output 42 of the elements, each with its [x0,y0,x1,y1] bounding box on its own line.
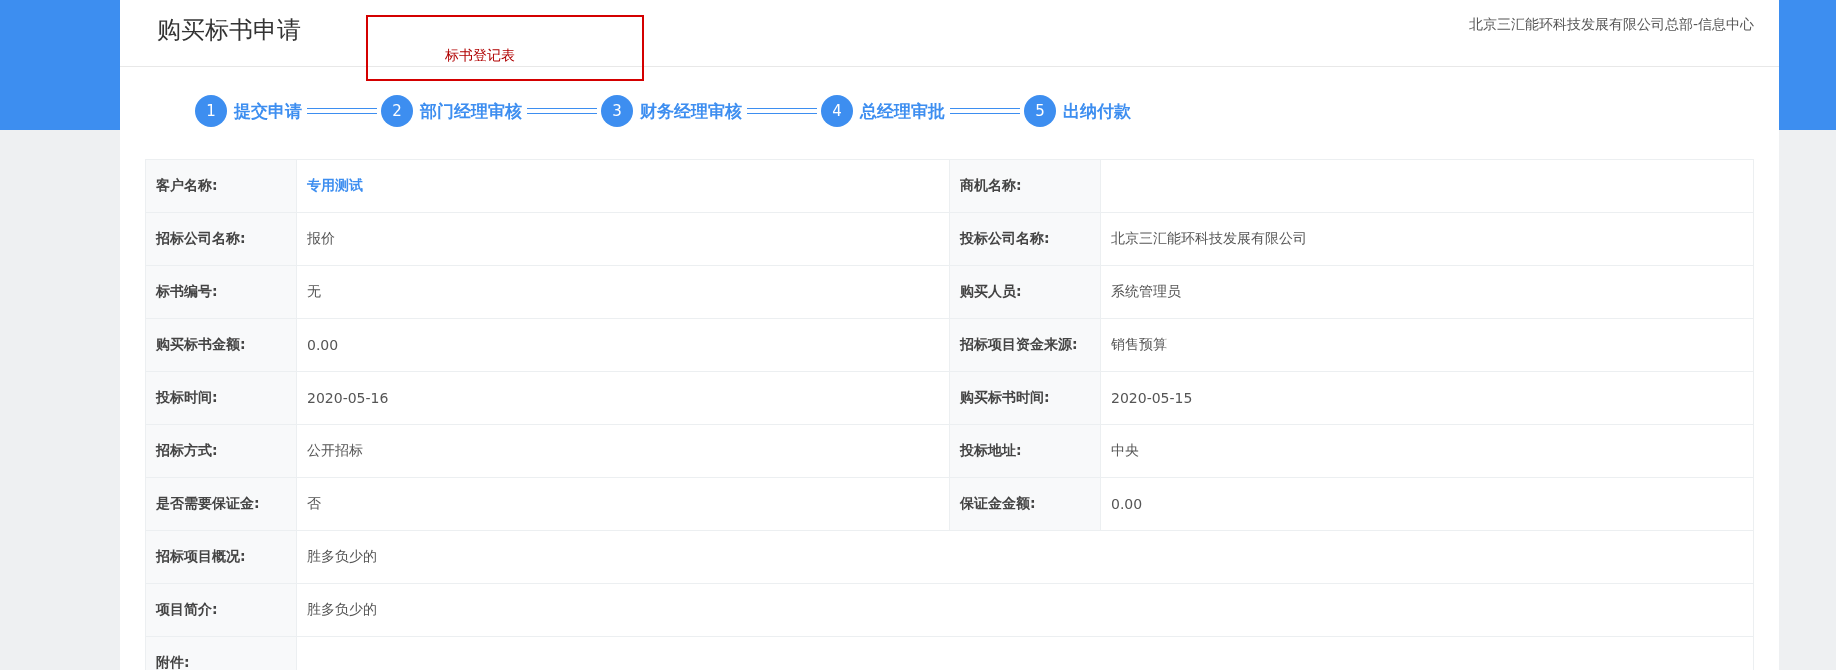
field-label: 投标时间: [146,372,297,424]
field-label: 购买人员: [950,266,1101,318]
field-label: 项目简介: [146,584,297,636]
field-label: 购买标书金额: [146,319,297,371]
field-label: 招标项目概况: [146,531,297,583]
field-value: 中央 [1110,441,1140,460]
field-label: 投标公司名称: [950,213,1101,265]
field-value: 2020-05-15 [1110,389,1194,408]
field-value: 0.00 [1110,495,1144,514]
field-value: 北京三汇能环科技发展有限公司 [1110,229,1308,248]
step-number: 3 [601,95,633,127]
field-label: 保证金金额: [950,478,1101,530]
step-label: 财务经理审核 [640,99,742,123]
step-label: 出纳付款 [1063,99,1131,123]
page-title: 购买标书申请 [157,15,301,46]
field-label: 是否需要保证金: [146,478,297,530]
field-label: 附件: [146,637,297,670]
field-label: 投标地址: [950,425,1101,477]
field-label: 购买标书时间: [950,372,1101,424]
step-label: 总经理审批 [860,99,945,123]
field-value: 胜多负少的 [306,547,378,566]
step-connector [747,108,817,114]
field-label: 招标项目资金来源: [950,319,1101,371]
step-label: 提交申请 [234,99,302,123]
field-value: 系统管理员 [1110,282,1182,301]
field-label: 招标方式: [146,425,297,477]
field-label: 商机名称: [950,160,1101,212]
field-label: 标书编号: [146,266,297,318]
step-connector [307,108,377,114]
organization-name: 北京三汇能环科技发展有限公司总部-信息中心 [1468,16,1754,34]
field-label: 客户名称: [146,160,297,212]
field-value: 胜多负少的 [306,600,378,619]
field-value: 销售预算 [1110,335,1168,354]
step-connector [527,108,597,114]
step-connector [950,108,1020,114]
step-label: 部门经理审核 [420,99,522,123]
field-label: 招标公司名称: [146,213,297,265]
popup-title: 标书登记表 [445,47,515,65]
step-number: 4 [821,95,853,127]
step-number: 2 [381,95,413,127]
step-number: 1 [195,95,227,127]
step-number: 5 [1024,95,1056,127]
